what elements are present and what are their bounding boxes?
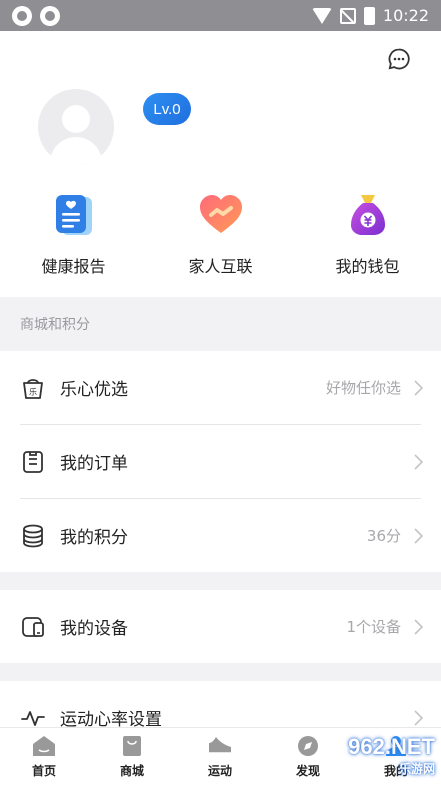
status-indicators: 10:22 (311, 6, 429, 25)
tab-label: 发现 (295, 763, 320, 778)
chevron-right-icon (414, 709, 423, 726)
wallet-label: 我的钱包 (335, 257, 400, 276)
health-report-label: 健康报告 (41, 257, 106, 276)
watermark-main: 962.NET (348, 734, 435, 759)
section-gap (0, 663, 441, 681)
shopping-basket-icon: 乐 (23, 378, 43, 399)
menu-item-orders[interactable]: 我的订单 (0, 425, 441, 498)
status-notifications (12, 5, 60, 26)
compass-icon (298, 735, 318, 756)
tab-home[interactable]: 首页 (0, 728, 88, 785)
sneaker-icon (209, 736, 231, 754)
device-icon (22, 616, 44, 637)
watermark-logo: 962.NET 乐游网 (348, 734, 435, 777)
family-link-label: 家人互联 (188, 257, 253, 276)
sync-icon (40, 5, 60, 26)
quick-actions: 健康报告 家人互联 我的钱包 (0, 191, 441, 277)
wifi-icon (311, 7, 332, 24)
chevron-right-icon (414, 379, 423, 396)
bottom-tab-bar: 首页 商城 运动 发现 我的 962.NET 乐游网 (0, 727, 441, 785)
battery-icon (363, 6, 375, 25)
status-time: 10:22 (382, 6, 429, 25)
menu-item-label: 我的积分 (60, 528, 128, 548)
family-heart-icon (199, 195, 242, 233)
watermark-sub: 乐游网 (398, 762, 435, 776)
wallet-button[interactable]: 我的钱包 (294, 191, 441, 277)
shopping-bag-icon (123, 735, 141, 756)
message-icon[interactable] (387, 47, 411, 71)
status-bar: 10:22 (0, 0, 441, 31)
devices-card: 我的设备 1个设备 (0, 590, 441, 663)
family-link-button[interactable]: 家人互联 (147, 191, 294, 277)
tab-label: 运动 (207, 763, 232, 778)
chevron-right-icon (414, 527, 423, 544)
avatar[interactable] (38, 89, 114, 165)
section-gap (0, 572, 441, 590)
menu-item-label: 乐心优选 (60, 380, 128, 400)
chevron-right-icon (414, 453, 423, 470)
tab-label: 商城 (119, 763, 144, 778)
menu-item-label: 我的设备 (60, 619, 128, 639)
tab-label: 首页 (31, 763, 56, 778)
wallet-bag-icon (350, 195, 385, 235)
menu-item-value: 好物任你选 (325, 379, 401, 397)
mall-points-card: 乐 乐心优选 好物任你选 我的订单 我的积分 36分 (0, 351, 441, 572)
sync-icon (12, 5, 32, 26)
menu-item-value: 1个设备 (346, 618, 401, 636)
svg-text:乐: 乐 (29, 386, 37, 396)
tab-discover[interactable]: 发现 (264, 728, 352, 785)
no-signal-icon (339, 7, 356, 24)
menu-item-label: 我的订单 (60, 454, 128, 474)
tab-mall[interactable]: 商城 (88, 728, 176, 785)
coin-stack-icon (23, 524, 43, 547)
menu-item-mall[interactable]: 乐 乐心优选 好物任你选 (0, 351, 441, 424)
menu-item-points[interactable]: 我的积分 36分 (0, 499, 441, 572)
level-badge[interactable]: Lv.0 (143, 93, 191, 125)
health-report-icon (55, 195, 92, 235)
home-icon (33, 735, 55, 756)
order-list-icon (23, 450, 43, 473)
chevron-right-icon (414, 618, 423, 635)
section-title-mall-points: 商城和积分 (20, 317, 90, 333)
menu-item-value: 36分 (366, 527, 401, 545)
health-report-button[interactable]: 健康报告 (0, 191, 147, 277)
tab-sport[interactable]: 运动 (176, 728, 264, 785)
profile-header: Lv.0 健康报告 家人互联 我的钱包 (0, 31, 441, 297)
menu-item-devices[interactable]: 我的设备 1个设备 (0, 590, 441, 663)
